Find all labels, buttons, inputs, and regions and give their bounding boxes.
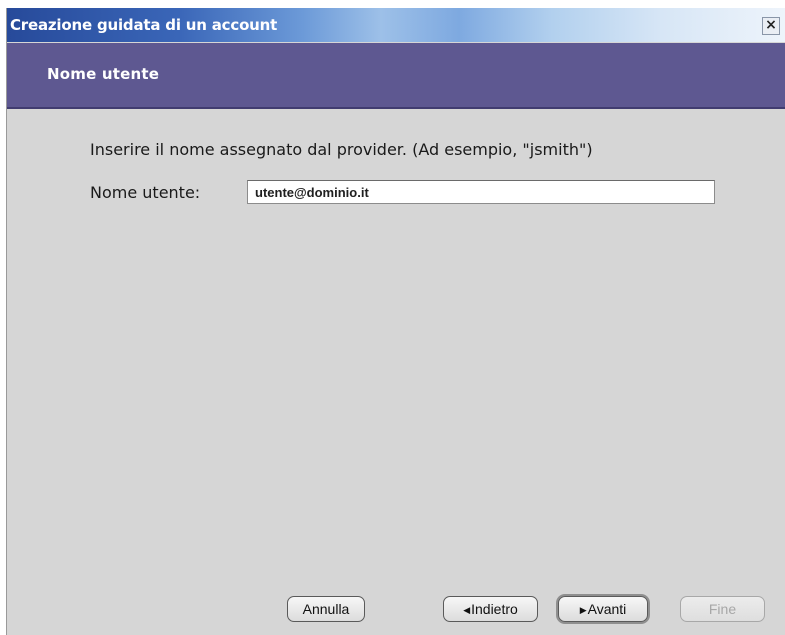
left-triangle-icon: ◀ [463, 605, 471, 615]
close-button[interactable]: × [762, 17, 780, 35]
title-bar[interactable]: Creazione guidata di un account × [7, 8, 785, 42]
finish-button[interactable]: Fine [680, 596, 765, 622]
back-label: Indietro [471, 601, 518, 617]
username-label: Nome utente: [90, 183, 201, 202]
account-wizard-window: Creazione guidata di un account × Nome u… [6, 8, 785, 635]
cancel-label: Annulla [302, 601, 350, 617]
instruction-text: Inserire il nome assegnato dal provider.… [90, 140, 593, 159]
username-input[interactable] [247, 180, 715, 204]
back-button[interactable]: ◀Indietro [443, 596, 538, 622]
right-triangle-icon: ▶ [579, 605, 587, 615]
close-icon: × [765, 17, 777, 33]
window-title: Creazione guidata di un account [10, 16, 278, 34]
wizard-header: Nome utente [7, 43, 785, 109]
finish-label: Fine [708, 601, 737, 617]
next-button[interactable]: ▶Avanti [558, 596, 648, 622]
cancel-button[interactable]: Annulla [287, 596, 365, 622]
step-title: Nome utente [47, 65, 160, 83]
next-label: Avanti [587, 601, 627, 617]
